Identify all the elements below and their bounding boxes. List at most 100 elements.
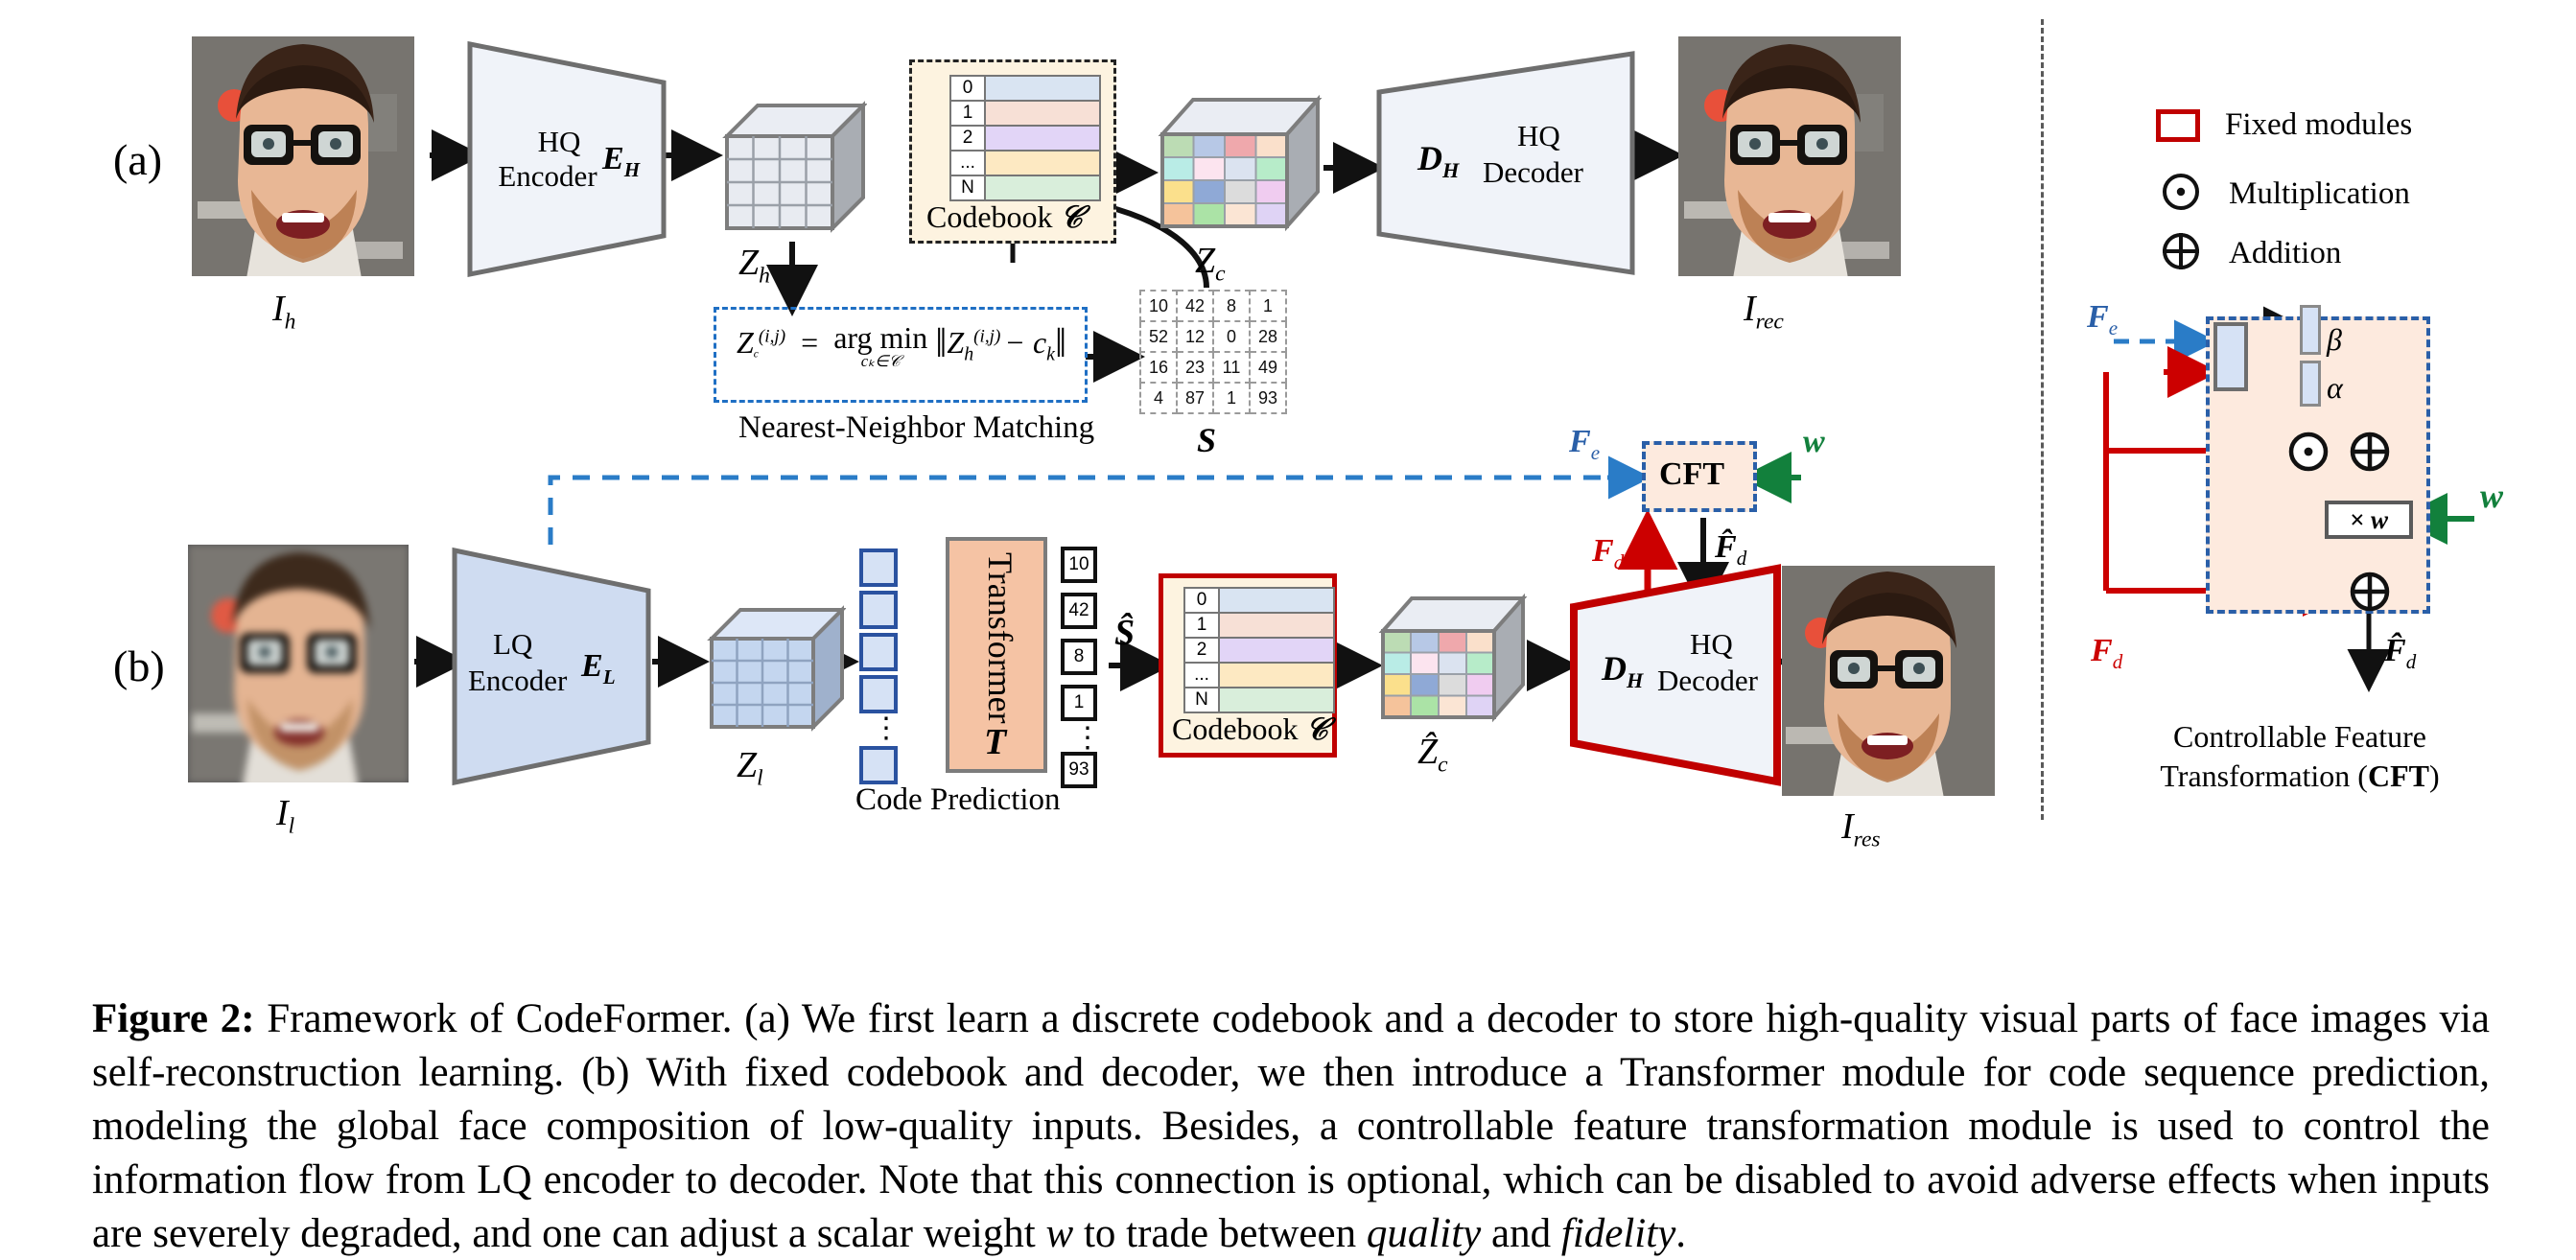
hq-encoder-block: HQ Encoder EH bbox=[466, 40, 667, 278]
s-cell: 12 bbox=[1176, 320, 1214, 353]
s-cell: 1 bbox=[1212, 382, 1251, 414]
feature-token bbox=[859, 591, 898, 629]
zh-label: Zh bbox=[738, 243, 770, 289]
figure-caption-tail: to trade between bbox=[1073, 1210, 1367, 1256]
codebook-swatch bbox=[1218, 687, 1335, 713]
s-cell: 8 bbox=[1212, 290, 1251, 322]
predicted-token: 93 bbox=[1061, 752, 1097, 788]
s-cell: 11 bbox=[1212, 351, 1251, 384]
s-cell: 52 bbox=[1139, 320, 1178, 353]
table-row: 16 23 11 49 bbox=[1139, 351, 1287, 384]
codebook-index: ... bbox=[949, 150, 986, 176]
s-cell: 4 bbox=[1139, 382, 1178, 414]
legend-label: Addition bbox=[2229, 236, 2342, 270]
cft-beta-block bbox=[2300, 305, 2321, 355]
s-cell: 23 bbox=[1176, 351, 1214, 384]
codebook-row: 2 bbox=[1183, 637, 1335, 664]
zc-hat-label: Ẑc bbox=[1417, 732, 1448, 778]
table-row: 4 87 1 93 bbox=[1139, 382, 1287, 414]
legend-label: Fixed modules bbox=[2225, 107, 2413, 142]
s-cell: 0 bbox=[1212, 320, 1251, 353]
fd-label-b: Fd bbox=[1592, 533, 1625, 573]
legend-item-addition: Addition bbox=[2160, 230, 2341, 277]
codebook-a-table: 0 1 2 ... N bbox=[949, 75, 1101, 201]
s-cell: 1 bbox=[1249, 290, 1287, 322]
codebook-row: N bbox=[949, 175, 1101, 201]
zl-feature-cube bbox=[700, 596, 846, 736]
legend-label: Multiplication bbox=[2229, 176, 2410, 211]
predicted-token: 8 bbox=[1061, 639, 1097, 675]
legend-item-fixed-modules: Fixed modules bbox=[2156, 107, 2412, 143]
cft-detail-w-label: w bbox=[2480, 477, 2504, 515]
zl-label: Zl bbox=[737, 745, 763, 791]
argmin-subscript: cₖ∈𝒞 bbox=[860, 351, 901, 370]
predicted-token: 10 bbox=[1061, 547, 1097, 583]
codebook-swatch bbox=[984, 125, 1101, 152]
fd-hat-label-b: F̂d bbox=[1715, 529, 1747, 570]
addition-icon bbox=[2160, 230, 2202, 277]
s-cell: 93 bbox=[1249, 382, 1287, 414]
cft-beta-label: β bbox=[2327, 322, 2342, 357]
panel-b-input-label: Il bbox=[276, 793, 295, 839]
codebook-row: 1 bbox=[949, 100, 1101, 127]
feature-token bbox=[859, 548, 898, 587]
cft-detail-fd-label: Fd bbox=[2091, 633, 2123, 673]
codebook-swatch bbox=[984, 75, 1101, 102]
figure-number: Figure 2: bbox=[92, 996, 255, 1041]
figure-caption-and: and bbox=[1481, 1210, 1561, 1256]
panel-b-output-label: Ires bbox=[1841, 806, 1881, 852]
cft-scale-by-w-box: × w bbox=[2325, 501, 2413, 539]
codebook-index: ... bbox=[1183, 662, 1220, 688]
codebook-index: 0 bbox=[949, 75, 986, 102]
hq-decoder-b-line2: Decoder bbox=[1657, 664, 1758, 697]
table-row: 10 42 8 1 bbox=[1139, 290, 1287, 322]
cft-scale-label: × w bbox=[2349, 504, 2389, 534]
codebook-index: N bbox=[949, 175, 986, 201]
lq-encoder-line1: LQ bbox=[493, 627, 533, 661]
red-square-icon bbox=[2156, 108, 2200, 142]
cft-multiplication-node bbox=[2286, 430, 2330, 478]
figure-caption-quality: quality bbox=[1366, 1210, 1482, 1256]
feature-token bbox=[859, 633, 898, 671]
figure-container: (a) Ih HQ Encoder EH Zh 0 1 2 ... N Code… bbox=[0, 0, 2576, 1260]
s-cell: 28 bbox=[1249, 320, 1287, 353]
table-row: 52 12 0 28 bbox=[1139, 320, 1287, 353]
panel-a-input-face-image bbox=[192, 36, 414, 276]
codebook-row: ... bbox=[1183, 662, 1335, 688]
s-cell: 49 bbox=[1249, 351, 1287, 384]
cft-alpha-label: α bbox=[2327, 370, 2343, 405]
codebook-swatch bbox=[1218, 612, 1335, 639]
zc-code-cube bbox=[1151, 84, 1325, 238]
cft-detail-fd-hat-label: F̂d bbox=[2384, 633, 2417, 673]
codebook-index: 1 bbox=[1183, 612, 1220, 639]
transformer-label: Transformer bbox=[981, 552, 1019, 724]
hq-decoder-a-symbol: DH bbox=[1417, 139, 1460, 183]
predicted-token: 1 bbox=[1061, 685, 1097, 721]
transformer-symbol: T bbox=[984, 722, 1007, 762]
cft-addition-node-1 bbox=[2348, 430, 2392, 478]
hq-decoder-b-line1: HQ bbox=[1690, 627, 1733, 661]
panel-a-input-label: Ih bbox=[272, 289, 296, 335]
cft-conv-block bbox=[2213, 322, 2248, 391]
panel-a-output-label: Irec bbox=[1744, 289, 1784, 335]
zh-feature-cube bbox=[714, 92, 867, 236]
codebook-index: 0 bbox=[1183, 587, 1220, 614]
code-sequence-matrix: 10 42 8 1 52 12 0 28 16 23 11 49 4 87 1 93 bbox=[1139, 290, 1287, 414]
feature-token bbox=[859, 675, 898, 713]
codebook-b-table: 0 1 2 ... N bbox=[1183, 587, 1335, 713]
cft-title-line2-wrap: Transformation (CFT) bbox=[2137, 757, 2463, 796]
panel-b-input-face-image bbox=[188, 545, 409, 782]
s-cell: 42 bbox=[1176, 290, 1214, 322]
codebook-a-label: Codebook 𝒞 bbox=[926, 199, 1083, 234]
s-cell: 10 bbox=[1139, 290, 1178, 322]
w-label-b: w bbox=[1803, 424, 1825, 459]
panel-a-tag: (a) bbox=[113, 135, 163, 184]
s-cell: 16 bbox=[1139, 351, 1178, 384]
codebook-swatch bbox=[984, 100, 1101, 127]
feature-token-ellipsis: ⋮ bbox=[872, 712, 901, 744]
lq-encoder-symbol: EL bbox=[581, 648, 616, 688]
zc-label: Zc bbox=[1195, 241, 1226, 287]
codebook-row: 0 bbox=[949, 75, 1101, 102]
cft-addition-node-2 bbox=[2348, 570, 2392, 618]
codebook-row: 0 bbox=[1183, 587, 1335, 614]
